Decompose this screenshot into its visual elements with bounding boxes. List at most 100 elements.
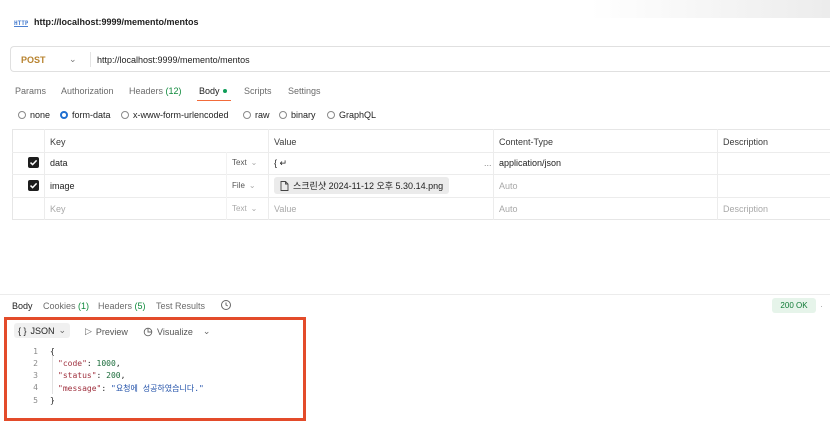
response-headers-count: (5)	[134, 301, 146, 311]
row-checkbox[interactable]	[28, 180, 39, 191]
json-key: "message"	[58, 384, 102, 393]
tab-headers[interactable]: Headers (12)	[129, 86, 182, 96]
new-description-input[interactable]: Description	[723, 204, 768, 214]
json-key: "code"	[58, 359, 87, 368]
indent-guide	[52, 356, 53, 394]
row-value-more: ...	[484, 158, 492, 168]
response-tab-test-results[interactable]: Test Results	[156, 301, 205, 311]
json-value: "요청에 성공하였습니다."	[111, 384, 204, 393]
url-divider	[90, 52, 91, 67]
tab-settings[interactable]: Settings	[288, 86, 321, 96]
check-icon	[29, 159, 38, 166]
request-title[interactable]: http://localhost:9999/memento/mentos	[34, 17, 199, 27]
row-type-label: Text	[232, 158, 247, 167]
radio-binary-label: binary	[291, 110, 316, 120]
table-col-divider	[493, 129, 494, 220]
row-content-type[interactable]: application/json	[499, 158, 561, 168]
more-dot-icon: ·	[820, 301, 823, 311]
radio-urlencoded-label: x-www-form-urlencoded	[133, 110, 229, 120]
chevron-down-icon: ⌄	[248, 181, 256, 190]
radio-raw[interactable]: raw	[243, 110, 270, 120]
row-content-type[interactable]: Auto	[499, 181, 518, 191]
chevron-down-icon[interactable]: ⌄	[69, 54, 77, 65]
check-icon	[29, 182, 38, 189]
table-divider	[12, 152, 830, 153]
headers-count: (12)	[165, 86, 182, 96]
table-divider	[12, 174, 830, 175]
svg-text:HTTP: HTTP	[14, 20, 28, 27]
braces-icon: { }	[18, 325, 27, 336]
format-label: JSON	[30, 325, 55, 336]
line-number: 2	[33, 359, 38, 368]
chevron-down-icon: ⌄	[202, 326, 211, 336]
active-tab-underline	[197, 100, 231, 101]
row-type-label: File	[232, 181, 245, 190]
new-value-input[interactable]: Value	[274, 204, 296, 214]
history-icon[interactable]	[220, 299, 232, 311]
tab-params[interactable]: Params	[15, 86, 46, 96]
url-bar: POST ⌄ http://localhost:9999/memento/men…	[10, 46, 830, 72]
cookies-count: (1)	[78, 301, 90, 311]
cookies-label: Cookies	[43, 301, 76, 311]
file-icon	[280, 180, 289, 191]
play-icon: ▷	[85, 326, 92, 336]
response-divider	[0, 294, 830, 295]
code-line: {	[50, 347, 55, 356]
url-input[interactable]: http://localhost:9999/memento/mentos	[97, 55, 250, 65]
radio-none[interactable]: none	[18, 110, 50, 120]
radio-form-data[interactable]: form-data	[60, 110, 111, 120]
code-line: }	[50, 396, 55, 405]
tab-headers-label: Headers	[129, 86, 164, 96]
table-divider	[12, 197, 830, 198]
radio-urlencoded[interactable]: x-www-form-urlencoded	[121, 110, 229, 120]
radio-selected-icon	[60, 111, 68, 119]
row-type-select[interactable]: Text ⌄	[232, 158, 257, 167]
col-header-value: Value	[274, 137, 297, 147]
radio-graphql[interactable]: GraphQL	[327, 110, 376, 120]
method-select[interactable]: POST	[21, 55, 46, 65]
file-chip[interactable]: 스크린샷 2024-11-12 오후 5.30.14.png	[274, 177, 450, 194]
new-type-select[interactable]: Text ⌄	[232, 204, 257, 213]
json-key: "status"	[58, 371, 97, 380]
response-tab-cookies[interactable]: Cookies (1)	[43, 301, 89, 311]
row-key[interactable]: data	[50, 158, 68, 168]
chevron-down-icon: ⌄	[250, 204, 258, 213]
preview-button[interactable]: ▷ Preview	[85, 326, 128, 337]
line-number: 5	[33, 396, 38, 405]
tab-body-label: Body	[199, 86, 220, 96]
line-number: 3	[33, 371, 38, 380]
row-checkbox[interactable]	[28, 157, 39, 168]
tab-scripts[interactable]: Scripts	[244, 86, 272, 96]
row-key[interactable]: image	[50, 181, 75, 191]
col-header-content-type: Content-Type	[499, 137, 554, 147]
visualize-button[interactable]: Visualize ⌄	[143, 326, 210, 337]
col-header-description: Description	[723, 137, 769, 147]
row-type-select[interactable]: File ⌄	[232, 181, 256, 190]
json-punc: ,	[120, 371, 126, 380]
file-name: 스크린샷 2024-11-12 오후 5.30.14.png	[293, 181, 444, 191]
http-request-icon: HTTP	[14, 20, 28, 27]
radio-form-data-label: form-data	[72, 110, 111, 120]
visualize-icon	[143, 327, 153, 336]
type-col-divider	[226, 152, 227, 220]
line-number: 4	[33, 383, 38, 392]
radio-circle-icon	[243, 111, 251, 119]
radio-circle-icon	[327, 111, 335, 119]
status-badge: 200 OK	[772, 298, 816, 313]
radio-binary[interactable]: binary	[279, 110, 316, 120]
response-tab-headers[interactable]: Headers (5)	[98, 301, 146, 311]
row-value[interactable]: { ↵	[274, 158, 287, 169]
format-select[interactable]: { } JSON ⌄	[14, 323, 71, 338]
tab-authorization[interactable]: Authorization	[61, 86, 114, 96]
json-punc: ,	[115, 359, 121, 368]
radio-circle-icon	[18, 111, 26, 119]
response-headers-label: Headers	[98, 301, 133, 311]
new-content-type[interactable]: Auto	[499, 204, 518, 214]
col-header-key: Key	[50, 137, 66, 147]
table-col-divider	[268, 129, 269, 220]
radio-circle-icon	[121, 111, 129, 119]
response-tab-body[interactable]: Body	[12, 301, 33, 311]
code-line: "message": "요청에 성공하였습니다."	[58, 384, 204, 393]
tab-body[interactable]: Body	[199, 86, 227, 96]
new-key-input[interactable]: Key	[50, 204, 66, 214]
